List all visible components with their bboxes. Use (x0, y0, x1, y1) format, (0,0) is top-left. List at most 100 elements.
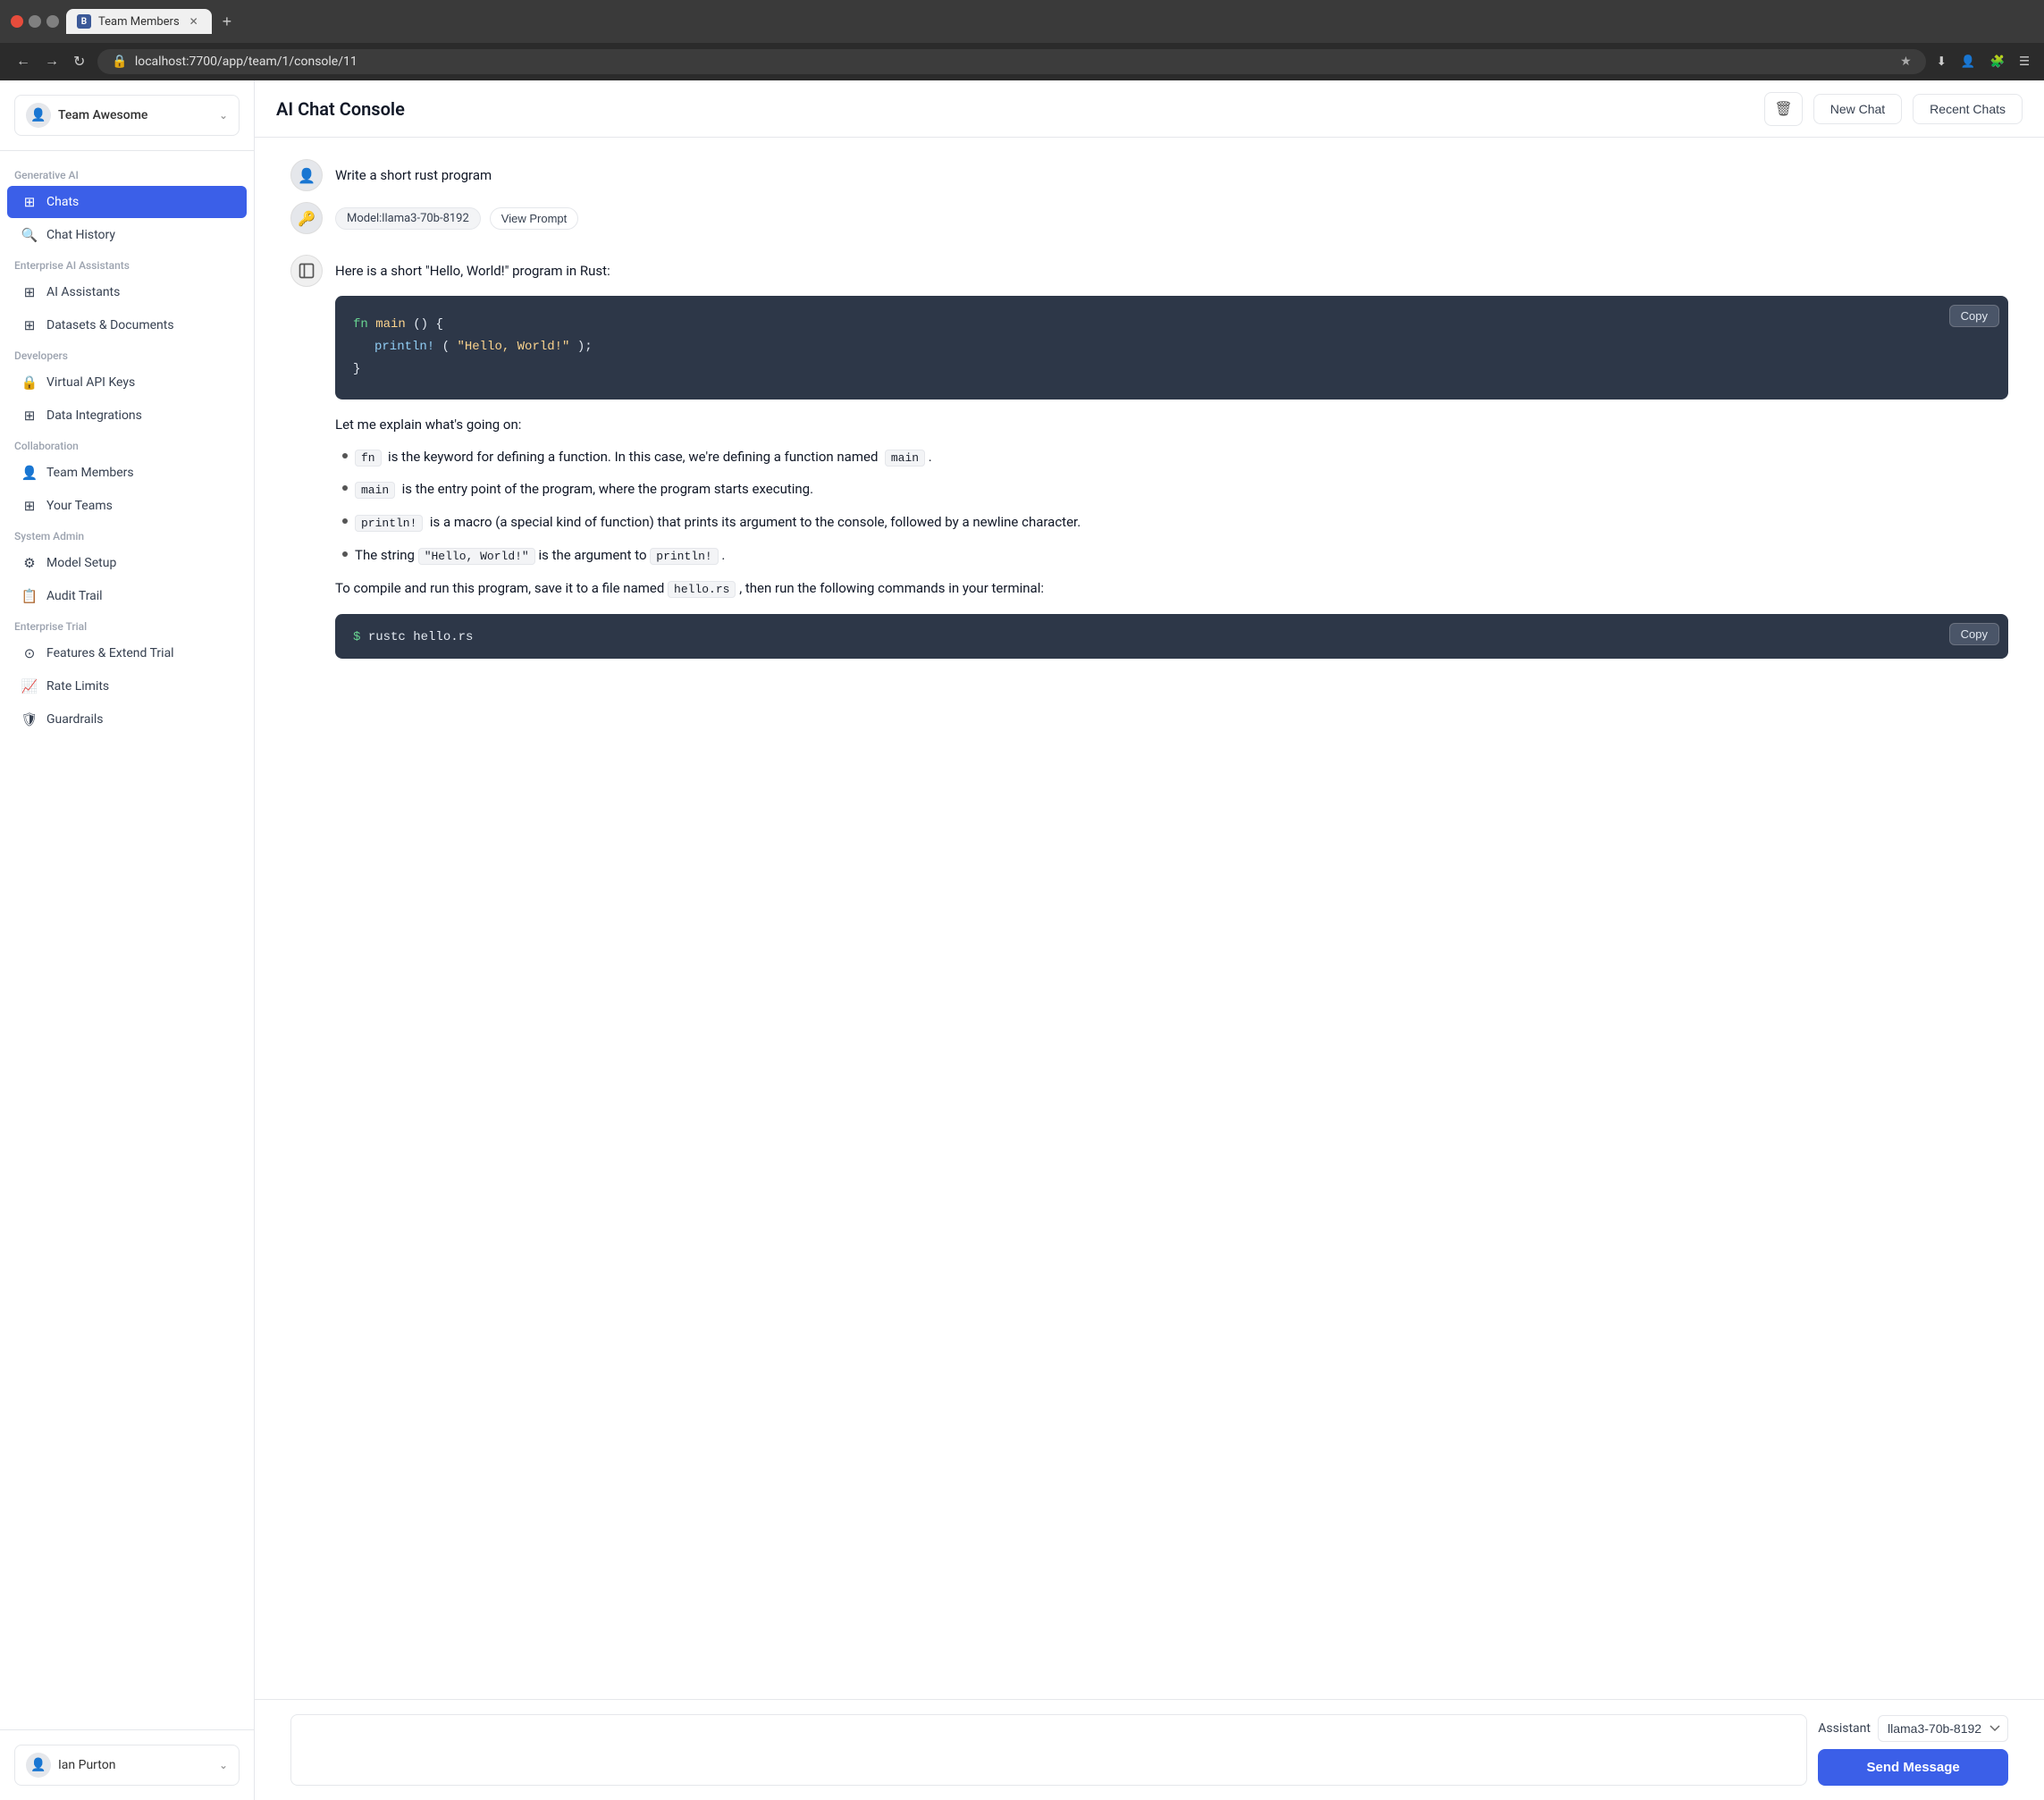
tab-close-btn[interactable]: ✕ (187, 14, 201, 29)
user-chevron-icon: ⌄ (219, 1759, 228, 1771)
fn-keyword: fn (353, 317, 368, 332)
terminal-copy-button[interactable]: Copy (1949, 623, 1999, 645)
sidebar-item-audit-trail[interactable]: 📋 Audit Trail (7, 580, 247, 612)
model-row: 🔑 Model:llama3-70b-8192 View Prompt (290, 202, 2008, 244)
sidebar: 👤 Team Awesome ⌄ Generative AI ⊞ Chats 🔍… (0, 80, 255, 1800)
bullet-text-4: The string "Hello, World!" is the argume… (355, 544, 725, 567)
window-close-btn[interactable] (11, 15, 23, 28)
sidebar-item-chats[interactable]: ⊞ Chats (7, 186, 247, 218)
sidebar-item-datasets-documents[interactable]: ⊞ Datasets & Documents (7, 309, 247, 341)
your-teams-label: Your Teams (46, 499, 113, 513)
sidebar-item-rate-limits[interactable]: 📈 Rate Limits (7, 670, 247, 702)
bullet-text-2: main is the entry point of the program, … (355, 478, 813, 500)
bullet-text-3: println! is a macro (a special kind of f… (355, 511, 1081, 534)
sidebar-item-features-extend-trial[interactable]: ⊙ Features & Extend Trial (7, 637, 247, 669)
team-members-icon: 👤 (21, 465, 38, 481)
app-wrapper: 👤 Team Awesome ⌄ Generative AI ⊞ Chats 🔍… (0, 80, 2044, 1800)
assistant-select[interactable]: llama3-70b-8192 (1878, 1715, 2008, 1742)
chat-history-label: Chat History (46, 228, 115, 242)
url-bar[interactable]: 🔒 localhost:7700/app/team/1/console/11 ★ (97, 49, 1925, 74)
bullet-item-println: println! is a macro (a special kind of f… (342, 511, 2008, 534)
ai-avatar (290, 255, 323, 287)
refresh-btn[interactable]: ↻ (68, 49, 90, 74)
profile-btn[interactable]: 👤 (1957, 51, 1980, 72)
new-chat-button[interactable]: New Chat (1813, 94, 1902, 124)
chats-label: Chats (46, 195, 79, 209)
bullet-text-1: fn is the keyword for defining a functio… (355, 446, 932, 468)
team-name: Team Awesome (58, 108, 212, 122)
sidebar-item-chat-history[interactable]: 🔍 Chat History (7, 219, 247, 251)
nav-section-developers: Developers (0, 342, 254, 366)
sidebar-item-guardrails[interactable]: 🛡 Guardrails (7, 703, 247, 736)
bullet-dot-2 (342, 485, 348, 491)
sidebar-item-team-members[interactable]: 👤 Team Members (7, 457, 247, 489)
view-prompt-button[interactable]: View Prompt (490, 207, 578, 230)
new-tab-btn[interactable]: + (215, 9, 240, 35)
sidebar-item-data-integrations[interactable]: ⊞ Data Integrations (7, 400, 247, 432)
guardrails-icon: 🛡 (21, 711, 38, 728)
sidebar-header: 👤 Team Awesome ⌄ (0, 80, 254, 151)
main-inline-code-2: main (355, 482, 395, 499)
tab-favicon: B (77, 14, 91, 29)
code-line-3: } (353, 358, 1990, 381)
chat-input[interactable] (306, 1729, 1792, 1774)
hello-world-string: "Hello, World!" (457, 340, 569, 354)
extensions-btn[interactable]: 🧩 (1986, 51, 2008, 72)
println-inline-code-2: println! (650, 548, 718, 565)
nav-section-enterprise-ai: Enterprise AI Assistants (0, 252, 254, 275)
chat-input-wrapper[interactable] (290, 1714, 1807, 1786)
datasets-icon: ⊞ (21, 317, 38, 333)
sidebar-item-your-teams[interactable]: ⊞ Your Teams (7, 490, 247, 522)
downloads-btn[interactable]: ⬇ (1933, 51, 1950, 72)
active-tab[interactable]: B Team Members ✕ (66, 9, 212, 34)
user-message-row: 👤 Write a short rust program (290, 159, 2008, 191)
trash-button[interactable]: 🗑 (1764, 92, 1802, 126)
println-macro: println! (374, 340, 434, 354)
sidebar-nav: Generative AI ⊞ Chats 🔍 Chat History Ent… (0, 151, 254, 1729)
ai-intro-text: Here is a short "Hello, World!" program … (335, 260, 2008, 282)
datasets-label: Datasets & Documents (46, 318, 174, 332)
menu-btn[interactable]: ☰ (2015, 51, 2033, 72)
user-message-text: Write a short rust program (335, 164, 2008, 186)
send-message-button[interactable]: Send Message (1818, 1749, 2008, 1786)
model-info-row: Model:llama3-70b-8192 View Prompt (335, 202, 578, 230)
user-info[interactable]: 👤 Ian Purton ⌄ (14, 1745, 240, 1786)
bullet-list: fn is the keyword for defining a functio… (335, 446, 2008, 567)
terminal-command: rustc hello.rs (368, 630, 474, 644)
chat-history-icon: 🔍 (21, 227, 38, 243)
main-fn-name: main (375, 317, 406, 332)
window-max-btn[interactable] (46, 15, 59, 28)
api-keys-icon: 🔒 (21, 374, 38, 391)
api-keys-label: Virtual API Keys (46, 375, 135, 390)
code-copy-button[interactable]: Copy (1949, 305, 1999, 327)
bullet-item-string: The string "Hello, World!" is the argume… (342, 544, 2008, 567)
sidebar-item-virtual-api-keys[interactable]: 🔒 Virtual API Keys (7, 366, 247, 399)
guardrails-label: Guardrails (46, 712, 104, 727)
audit-trail-label: Audit Trail (46, 589, 103, 603)
bullet-dot-3 (342, 518, 348, 524)
back-btn[interactable]: ← (11, 49, 36, 74)
hello-rs-filename: hello.rs (668, 581, 736, 598)
features-label: Features & Extend Trial (46, 646, 174, 660)
sidebar-item-model-setup[interactable]: ⚙ Model Setup (7, 547, 247, 579)
nav-section-generative-ai: Generative AI (0, 162, 254, 185)
ai-assistants-label: AI Assistants (46, 285, 120, 299)
ai-message-row: Here is a short "Hello, World!" program … (290, 255, 2008, 673)
code-line-1: fn main () { (353, 314, 1990, 336)
chat-area[interactable]: 👤 Write a short rust program 🔑 Model:lla… (255, 138, 2044, 1699)
terminal-block: Copy $ rustc hello.rs (335, 614, 2008, 659)
window-min-btn[interactable] (29, 15, 41, 28)
input-controls: Assistant llama3-70b-8192 Send Message (1818, 1715, 2008, 1786)
features-icon: ⊙ (21, 645, 38, 661)
sidebar-item-ai-assistants[interactable]: ⊞ AI Assistants (7, 276, 247, 308)
chats-icon: ⊞ (21, 194, 38, 210)
forward-btn[interactable]: → (39, 49, 64, 74)
recent-chats-button[interactable]: Recent Chats (1913, 94, 2023, 124)
team-selector[interactable]: 👤 Team Awesome ⌄ (14, 95, 240, 136)
ai-assistants-icon: ⊞ (21, 284, 38, 300)
nav-buttons: ← → ↻ (11, 49, 90, 74)
code-parens: () { (413, 317, 443, 332)
key-icon: 🔑 (290, 202, 323, 234)
top-bar: AI Chat Console 🗑 New Chat Recent Chats (255, 80, 2044, 138)
your-teams-icon: ⊞ (21, 498, 38, 514)
